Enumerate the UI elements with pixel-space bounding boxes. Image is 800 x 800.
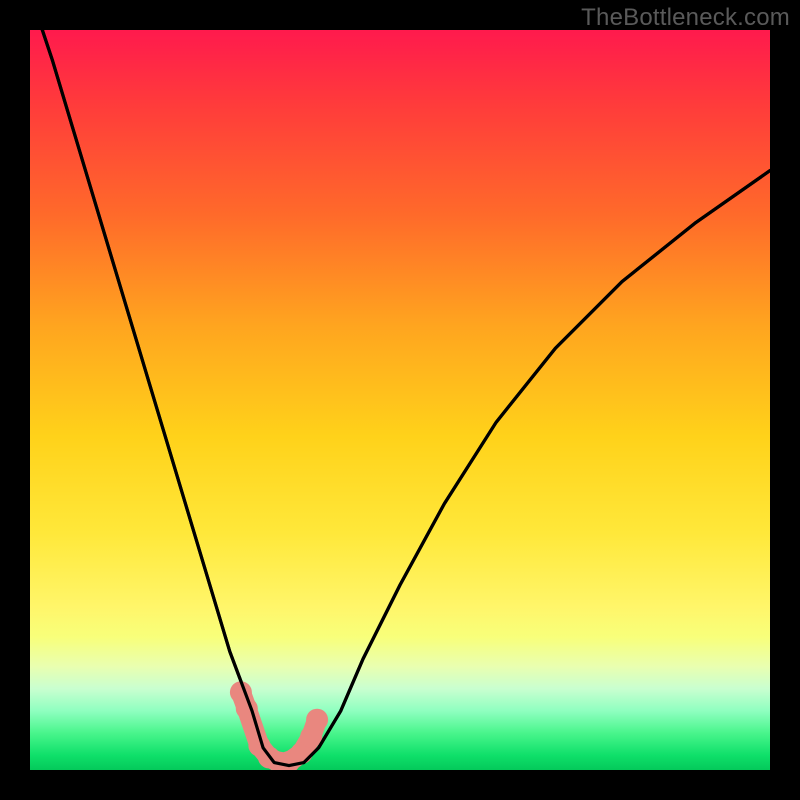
watermark-text: TheBottleneck.com [581,4,790,32]
bottleneck-chart [30,30,770,770]
bottleneck-curve [30,30,770,766]
bottleneck-curve [30,30,770,766]
highlight-dot [306,709,328,731]
chart-plot-area [30,30,770,770]
